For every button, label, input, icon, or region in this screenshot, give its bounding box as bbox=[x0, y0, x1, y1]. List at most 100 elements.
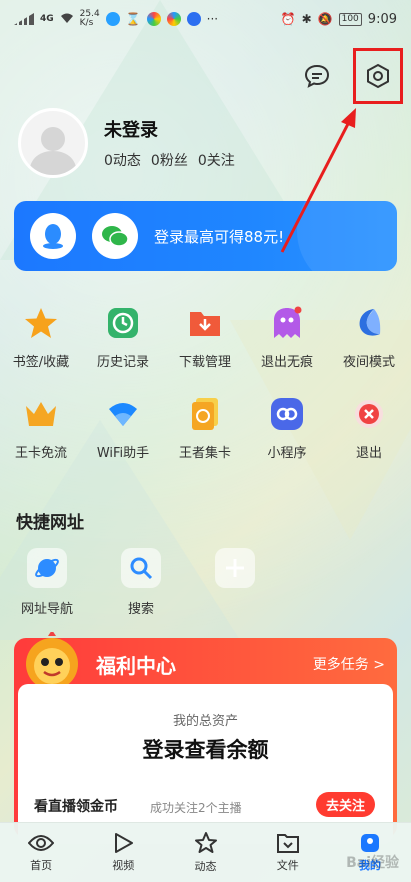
stat-fans[interactable]: 0粉丝 bbox=[151, 150, 188, 170]
play-icon bbox=[115, 833, 134, 853]
app-notification-icon bbox=[186, 12, 201, 26]
add-link-button[interactable] bbox=[188, 548, 282, 617]
downloads-button[interactable]: 下载管理 bbox=[164, 305, 246, 370]
grid-label: WiFi助手 bbox=[96, 446, 150, 461]
tab-home[interactable]: 首页 bbox=[0, 823, 82, 882]
quick-label: 网址导航 bbox=[20, 602, 73, 617]
file-icon bbox=[276, 834, 299, 853]
clock-time: 9:09 bbox=[367, 11, 397, 27]
net-speed-unit: K/s bbox=[79, 18, 94, 28]
exit-icon bbox=[355, 400, 383, 428]
quick-links-title: 快捷网址 bbox=[16, 513, 84, 533]
qq-icon bbox=[43, 224, 63, 249]
top-actions bbox=[299, 48, 403, 104]
tab-label: 动态 bbox=[194, 860, 217, 873]
settings-button[interactable] bbox=[360, 58, 396, 94]
tab-label: 首页 bbox=[30, 859, 53, 872]
profile-header[interactable]: 未登录 0动态 0粉丝 0关注 bbox=[18, 108, 235, 178]
asset-card[interactable]: 我的总资产 登录查看余额 看直播领金币 成功关注2个主播 去关注 bbox=[18, 684, 393, 844]
alarm-icon: ⏰ bbox=[280, 12, 296, 26]
tab-label: 视频 bbox=[112, 859, 135, 872]
grid-label: 退出无痕 bbox=[260, 355, 313, 370]
mini-program-button[interactable]: 小程序 bbox=[246, 396, 328, 461]
signal-icon bbox=[14, 13, 34, 25]
feature-grid-row-1: 书签/收藏 历史记录 下载管理 退出无痕 夜间模式 bbox=[0, 305, 411, 370]
settings-highlight bbox=[353, 48, 403, 104]
network-label: 4G bbox=[40, 14, 54, 24]
more-dots-icon: ··· bbox=[206, 12, 219, 26]
default-avatar-icon bbox=[29, 127, 77, 175]
task-subtitle: 成功关注2个主播 bbox=[150, 801, 242, 815]
history-button[interactable]: 历史记录 bbox=[82, 305, 164, 370]
clock-icon bbox=[108, 308, 138, 338]
tab-video[interactable]: 视频 bbox=[82, 823, 164, 882]
login-banner[interactable]: 登录最高可得88元! bbox=[14, 201, 397, 271]
user-icon bbox=[360, 834, 379, 852]
grid-label: 夜间模式 bbox=[342, 355, 395, 370]
incognito-exit-button[interactable]: 退出无痕 bbox=[246, 305, 328, 370]
tab-files[interactable]: 文件 bbox=[247, 823, 329, 882]
watermark-text: Bai经验 bbox=[346, 855, 399, 871]
mute-icon: 🔕 bbox=[317, 12, 333, 26]
night-mode-button[interactable]: 夜间模式 bbox=[328, 305, 410, 370]
grid-label: 历史记录 bbox=[96, 355, 149, 370]
wifi-assistant-button[interactable]: WiFi助手 bbox=[82, 396, 164, 461]
grid-label: 王卡免流 bbox=[14, 446, 67, 461]
wechat-login-button[interactable] bbox=[92, 213, 138, 259]
search-icon bbox=[130, 557, 153, 580]
wifi-icon bbox=[109, 403, 137, 426]
moon-icon bbox=[359, 309, 381, 336]
add-icon bbox=[226, 559, 244, 577]
bookmarks-button[interactable]: 书签/收藏 bbox=[0, 305, 82, 370]
card-icon bbox=[192, 398, 218, 430]
chat-bubble-icon bbox=[304, 64, 330, 88]
wangka-button[interactable]: 王卡免流 bbox=[0, 396, 82, 461]
bluetooth-icon: ✱ bbox=[301, 12, 312, 26]
url-nav-button[interactable]: 网址导航 bbox=[0, 548, 94, 617]
banner-text: 登录最高可得88元! bbox=[154, 227, 285, 246]
grid-label: 书签/收藏 bbox=[12, 355, 70, 370]
gear-icon bbox=[367, 63, 389, 89]
stat-posts[interactable]: 0动态 bbox=[104, 150, 141, 170]
hourglass-icon: ⌛ bbox=[125, 12, 141, 26]
grid-label: 王者集卡 bbox=[178, 446, 231, 461]
quick-links: 网址导航 搜索 bbox=[0, 548, 282, 617]
quick-label: 搜索 bbox=[127, 602, 154, 617]
login-status[interactable]: 未登录 bbox=[104, 116, 235, 142]
wifi-status-icon bbox=[60, 12, 74, 27]
tab-feed[interactable]: 动态 bbox=[164, 823, 246, 882]
battery-icon: 100 bbox=[338, 12, 362, 26]
card-collect-button[interactable]: 王者集卡 bbox=[164, 396, 246, 461]
tab-label: 文件 bbox=[276, 859, 299, 872]
avatar[interactable] bbox=[18, 108, 88, 178]
app-notification-icon bbox=[146, 12, 161, 26]
grid-label: 下载管理 bbox=[178, 355, 231, 370]
eye-icon bbox=[28, 835, 55, 851]
planet-icon bbox=[35, 558, 59, 578]
asset-headline[interactable]: 登录查看余额 bbox=[18, 734, 393, 764]
app-notification-icon bbox=[166, 12, 181, 26]
asset-subtitle: 我的总资产 bbox=[172, 714, 238, 729]
more-tasks-link[interactable]: 更多任务 > bbox=[313, 654, 385, 674]
mini-program-icon bbox=[271, 398, 303, 430]
wechat-icon bbox=[102, 226, 129, 247]
exit-button[interactable]: 退出 bbox=[328, 396, 410, 461]
download-folder-icon bbox=[190, 312, 220, 336]
stat-following[interactable]: 0关注 bbox=[198, 150, 235, 170]
app-notification-icon bbox=[105, 12, 120, 26]
star-outline-icon bbox=[194, 832, 217, 853]
task-title: 看直播领金币 bbox=[34, 799, 118, 815]
message-button[interactable] bbox=[299, 58, 335, 94]
feature-grid-row-2: 王卡免流 WiFi助手 王者集卡 小程序 退出 bbox=[0, 396, 411, 461]
grid-label: 小程序 bbox=[267, 446, 307, 461]
star-icon bbox=[25, 308, 57, 338]
welfare-center: 福利中心 更多任务 > 我的总资产 登录查看余额 看直播领金币 成功关注2个主播… bbox=[14, 632, 397, 844]
qq-login-button[interactable] bbox=[30, 213, 76, 259]
crown-icon bbox=[26, 402, 56, 426]
search-button[interactable]: 搜索 bbox=[94, 548, 188, 617]
ghost-icon bbox=[274, 306, 302, 338]
status-bar: 4G 25.4 K/s ⌛ ··· ⏰ ✱ 🔕 100 9:09 bbox=[0, 0, 411, 38]
grid-label: 退出 bbox=[355, 446, 382, 461]
welfare-title: 福利中心 bbox=[96, 654, 176, 678]
follow-button[interactable]: 去关注 bbox=[315, 792, 375, 817]
